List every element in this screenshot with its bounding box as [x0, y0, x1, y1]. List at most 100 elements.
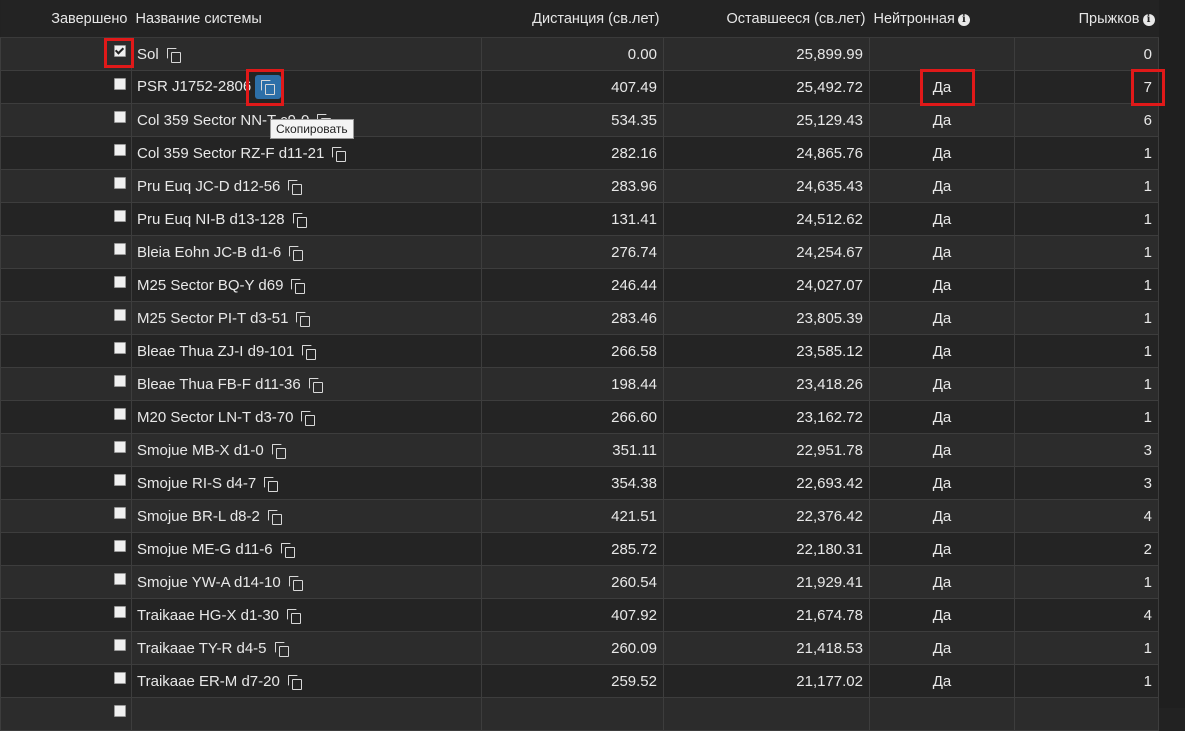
neutron-cell: Да	[869, 466, 1015, 500]
table-row[interactable]: Traikaae ER-M d7-20 259.52 21,177.02 Да 1	[0, 664, 1159, 698]
table-row[interactable]: Smojue YW-A d14-10 260.54 21,929.41 Да 1	[0, 565, 1159, 599]
completed-checkbox[interactable]	[114, 638, 126, 651]
completed-checkbox[interactable]	[114, 539, 126, 552]
completed-checkbox[interactable]	[114, 506, 126, 519]
table-row[interactable]: Pru Euq NI-B d13-128 131.41 24,512.62 Да 1	[0, 202, 1159, 236]
info-icon[interactable]: i	[1142, 13, 1155, 26]
distance-cell: 282.16	[481, 136, 664, 170]
table-row[interactable]	[0, 697, 1159, 731]
table-row[interactable]: Bleae Thua ZJ-I d9-101 266.58 23,585.12 Да 1	[0, 334, 1159, 368]
completed-checkbox[interactable]	[114, 407, 126, 420]
table-row[interactable]: Smojue ME-G d11-6 285.72 22,180.31 Да 2	[0, 532, 1159, 566]
table-row[interactable]: M25 Sector BQ-Y d69 246.44 24,027.07 Да 1	[0, 268, 1159, 302]
completed-checkbox[interactable]	[114, 275, 126, 288]
jumps-cell: 1	[1014, 334, 1159, 368]
system-name-cell: Pru Euq JC-D d12-56	[131, 169, 482, 203]
copy-icon[interactable]	[291, 278, 306, 294]
neutron-cell: Да	[869, 169, 1015, 203]
table-row[interactable]: Traikaae HG-X d1-30 407.92 21,674.78 Да 4	[0, 598, 1159, 632]
remaining-cell: 23,418.26	[663, 367, 870, 401]
copy-icon[interactable]	[332, 146, 347, 162]
table-row[interactable]: Bleae Thua FB-F d11-36 198.44 23,418.26 Да 1	[0, 367, 1159, 401]
copy-icon[interactable]	[287, 608, 302, 624]
completed-checkbox[interactable]	[114, 209, 126, 222]
table-row[interactable]: M20 Sector LN-T d3-70 266.60 23,162.72 Да 1	[0, 400, 1159, 434]
header-jumps[interactable]: Прыжков i	[1014, 0, 1159, 38]
completed-checkbox[interactable]	[114, 374, 126, 387]
header-neutron[interactable]: Нейтронная i	[869, 0, 1015, 38]
header-distance[interactable]: Дистанция (св.лет)	[481, 0, 664, 38]
remaining-cell: 24,865.76	[663, 136, 870, 170]
completed-checkbox[interactable]	[114, 176, 126, 189]
jumps-cell: 1	[1014, 664, 1159, 698]
completed-checkbox[interactable]	[114, 110, 126, 123]
copy-icon[interactable]	[289, 245, 304, 261]
table-row[interactable]: Col 359 Sector NN-T c9-0 534.35 25,129.43 Д…	[0, 103, 1159, 137]
copy-icon[interactable]	[274, 641, 289, 657]
copy-icon[interactable]	[301, 410, 316, 426]
header-system-name[interactable]: Название системы	[131, 0, 482, 38]
header-completed[interactable]: Завершено	[0, 0, 132, 38]
completed-checkbox[interactable]	[114, 77, 126, 90]
info-icon[interactable]: i	[957, 13, 970, 26]
system-name: Traikaae ER-M d7-20	[137, 672, 280, 690]
scrollbar-track[interactable]	[1158, 0, 1185, 708]
jumps-cell: 4	[1014, 499, 1159, 533]
copy-icon[interactable]	[308, 377, 323, 393]
copy-icon[interactable]	[292, 212, 307, 228]
copy-icon[interactable]	[267, 509, 282, 525]
table-row[interactable]: Smojue BR-L d8-2 421.51 22,376.42 Да 4	[0, 499, 1159, 533]
copy-icon[interactable]	[166, 47, 181, 63]
copy-icon[interactable]	[280, 542, 295, 558]
route-table: Завершено Название системы Дистанция (св…	[0, 0, 1159, 731]
copy-icon[interactable]	[271, 443, 286, 459]
completed-checkbox[interactable]	[114, 242, 126, 255]
distance-cell: 0.00	[481, 37, 664, 71]
system-name: Traikaae TY-R d4-5	[137, 639, 267, 657]
copy-tooltip: Скопировать	[270, 119, 354, 139]
table-row[interactable]: Pru Euq JC-D d12-56 283.96 24,635.43 Да 1	[0, 169, 1159, 203]
table-row[interactable]: M25 Sector PI-T d3-51 283.46 23,805.39 Да 1	[0, 301, 1159, 335]
copy-icon[interactable]	[264, 476, 279, 492]
table-row[interactable]: Col 359 Sector RZ-F d11-21 282.16 24,865.7…	[0, 136, 1159, 170]
copy-icon[interactable]	[288, 575, 303, 591]
distance-cell: 421.51	[481, 499, 664, 533]
table-row[interactable]: Bleia Eohn JC-B d1-6 276.74 24,254.67 Да 1	[0, 235, 1159, 269]
table-row[interactable]: Sol 0.00 25,899.99 0	[0, 37, 1159, 71]
neutron-cell: Да	[869, 235, 1015, 269]
completed-cell	[0, 136, 132, 170]
completed-checkbox[interactable]	[114, 143, 126, 156]
system-name: Bleae Thua ZJ-I d9-101	[137, 342, 295, 360]
distance-cell: 351.11	[481, 433, 664, 467]
distance-cell: 260.54	[481, 565, 664, 599]
system-name-cell: Traikaae HG-X d1-30	[131, 598, 482, 632]
copy-icon[interactable]	[288, 179, 303, 195]
completed-checkbox[interactable]	[114, 572, 126, 585]
completed-checkbox[interactable]	[114, 704, 126, 717]
remaining-cell: 21,674.78	[663, 598, 870, 632]
system-name: Smojue RI-S d4-7	[137, 474, 257, 492]
header-remaining[interactable]: Оставшееся (св.лет)	[663, 0, 870, 38]
remaining-cell: 22,693.42	[663, 466, 870, 500]
table-row[interactable]: PSR J1752-2806 407.49 25,492.72 Да 7	[0, 70, 1159, 104]
distance-cell: 534.35	[481, 103, 664, 137]
completed-checkbox[interactable]	[114, 440, 126, 453]
completed-checkbox[interactable]	[114, 308, 126, 321]
distance-cell: 283.46	[481, 301, 664, 335]
completed-checkbox[interactable]	[114, 473, 126, 486]
table-row[interactable]: Smojue RI-S d4-7 354.38 22,693.42 Да 3	[0, 466, 1159, 500]
copy-icon[interactable]	[296, 311, 311, 327]
copy-icon[interactable]	[302, 344, 317, 360]
remaining-cell: 24,635.43	[663, 169, 870, 203]
completed-checkbox[interactable]	[114, 605, 126, 618]
jumps-cell: 1	[1014, 268, 1159, 302]
neutron-cell: Да	[869, 136, 1015, 170]
completed-checkbox[interactable]	[114, 671, 126, 684]
copy-icon[interactable]	[287, 674, 302, 690]
table-row[interactable]: Smojue MB-X d1-0 351.11 22,951.78 Да 3	[0, 433, 1159, 467]
remaining-cell: 23,805.39	[663, 301, 870, 335]
completed-checkbox[interactable]	[114, 341, 126, 354]
completed-checkbox[interactable]	[114, 44, 126, 57]
copy-button[interactable]	[255, 75, 282, 99]
table-row[interactable]: Traikaae TY-R d4-5 260.09 21,418.53 Да 1	[0, 631, 1159, 665]
